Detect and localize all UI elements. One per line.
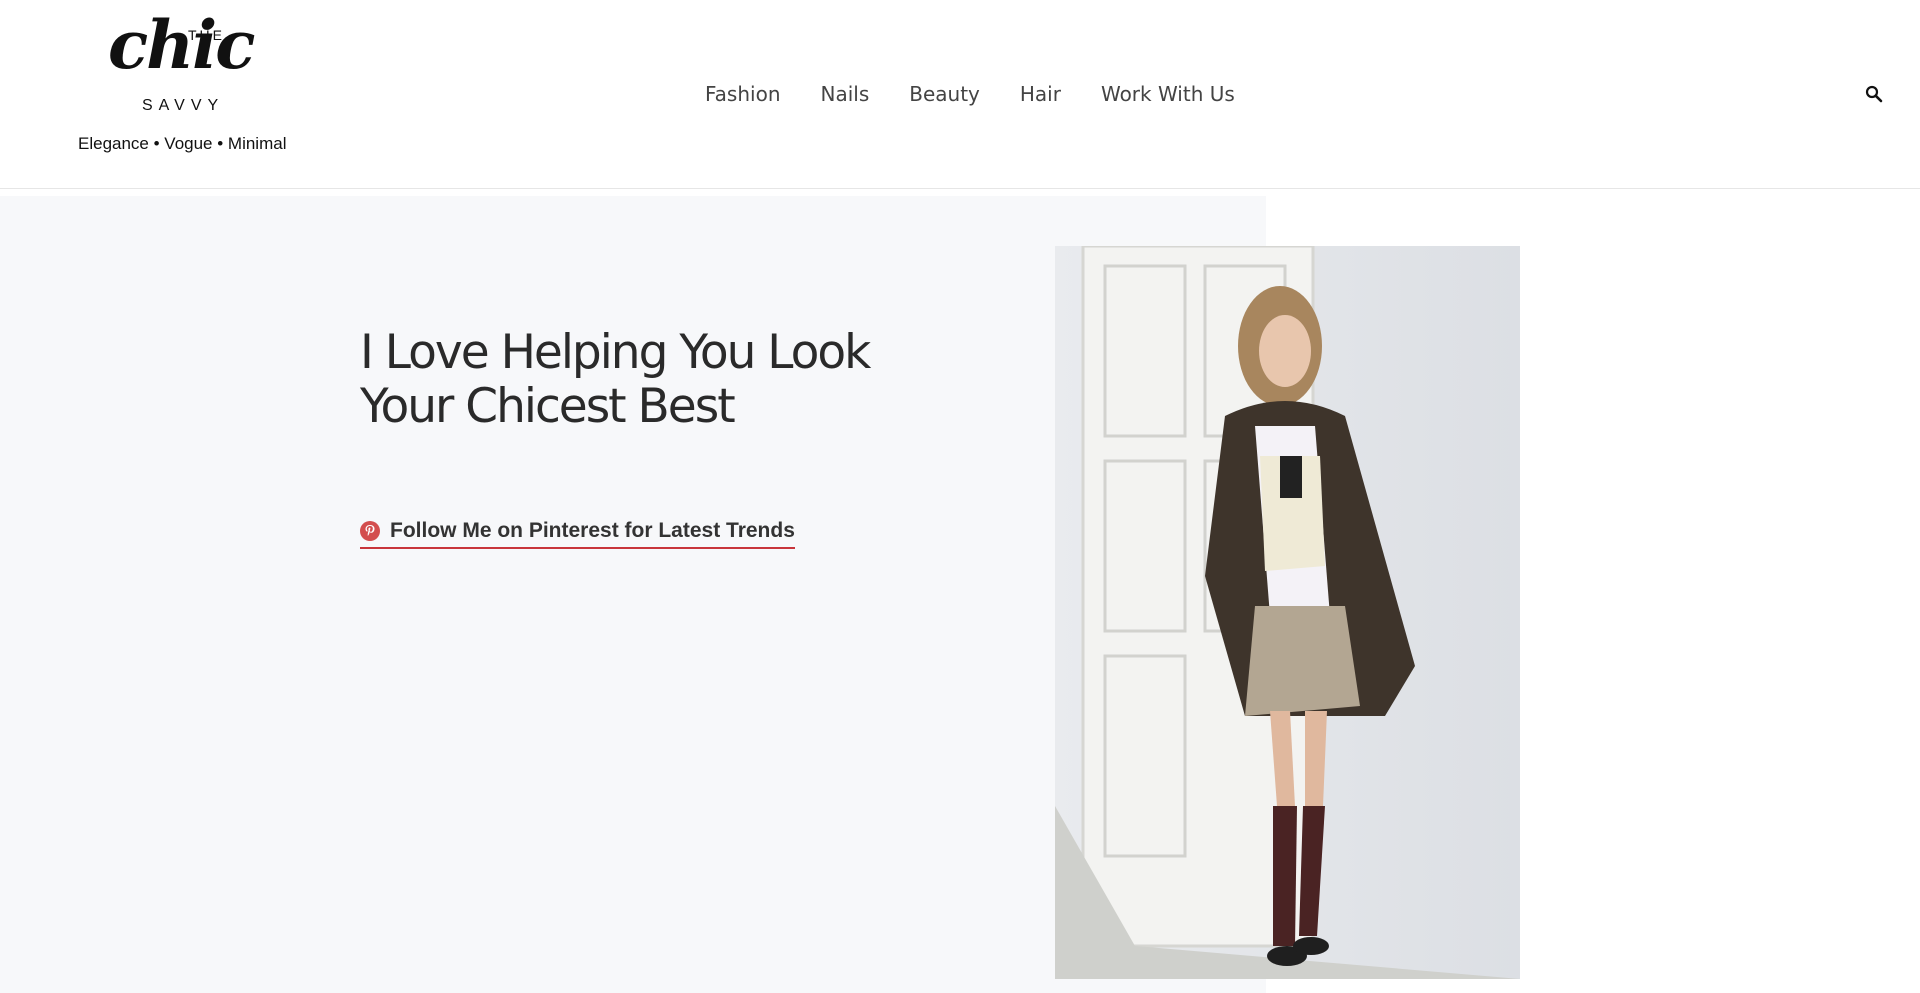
search-icon[interactable] — [1864, 84, 1884, 104]
site-logo[interactable]: THE chic SAVVY — [108, 12, 268, 120]
pinterest-icon — [360, 521, 380, 541]
logo-savvy-text: SAVVY — [142, 97, 225, 114]
site-tagline: Elegance • Vogue • Minimal — [78, 134, 287, 153]
nav-item-hair[interactable]: Hair — [1020, 80, 1061, 108]
nav-item-beauty[interactable]: Beauty — [909, 80, 980, 108]
pinterest-link-label: Follow Me on Pinterest for Latest Trends — [390, 519, 795, 542]
site-header: THE chic SAVVY Elegance • Vogue • Minima… — [0, 0, 1920, 189]
hero-headline: I Love Helping You Look Your Chicest Bes… — [360, 325, 871, 434]
nav-item-nails[interactable]: Nails — [821, 80, 870, 108]
nav-item-work-with-us[interactable]: Work With Us — [1101, 80, 1235, 108]
logo-chic-text: chic — [108, 6, 255, 84]
hero-photo — [1055, 246, 1520, 979]
main-nav: Fashion Nails Beauty Hair Work With Us — [705, 80, 1275, 108]
pinterest-follow-link[interactable]: Follow Me on Pinterest for Latest Trends — [360, 519, 795, 549]
nav-item-fashion[interactable]: Fashion — [705, 80, 781, 108]
